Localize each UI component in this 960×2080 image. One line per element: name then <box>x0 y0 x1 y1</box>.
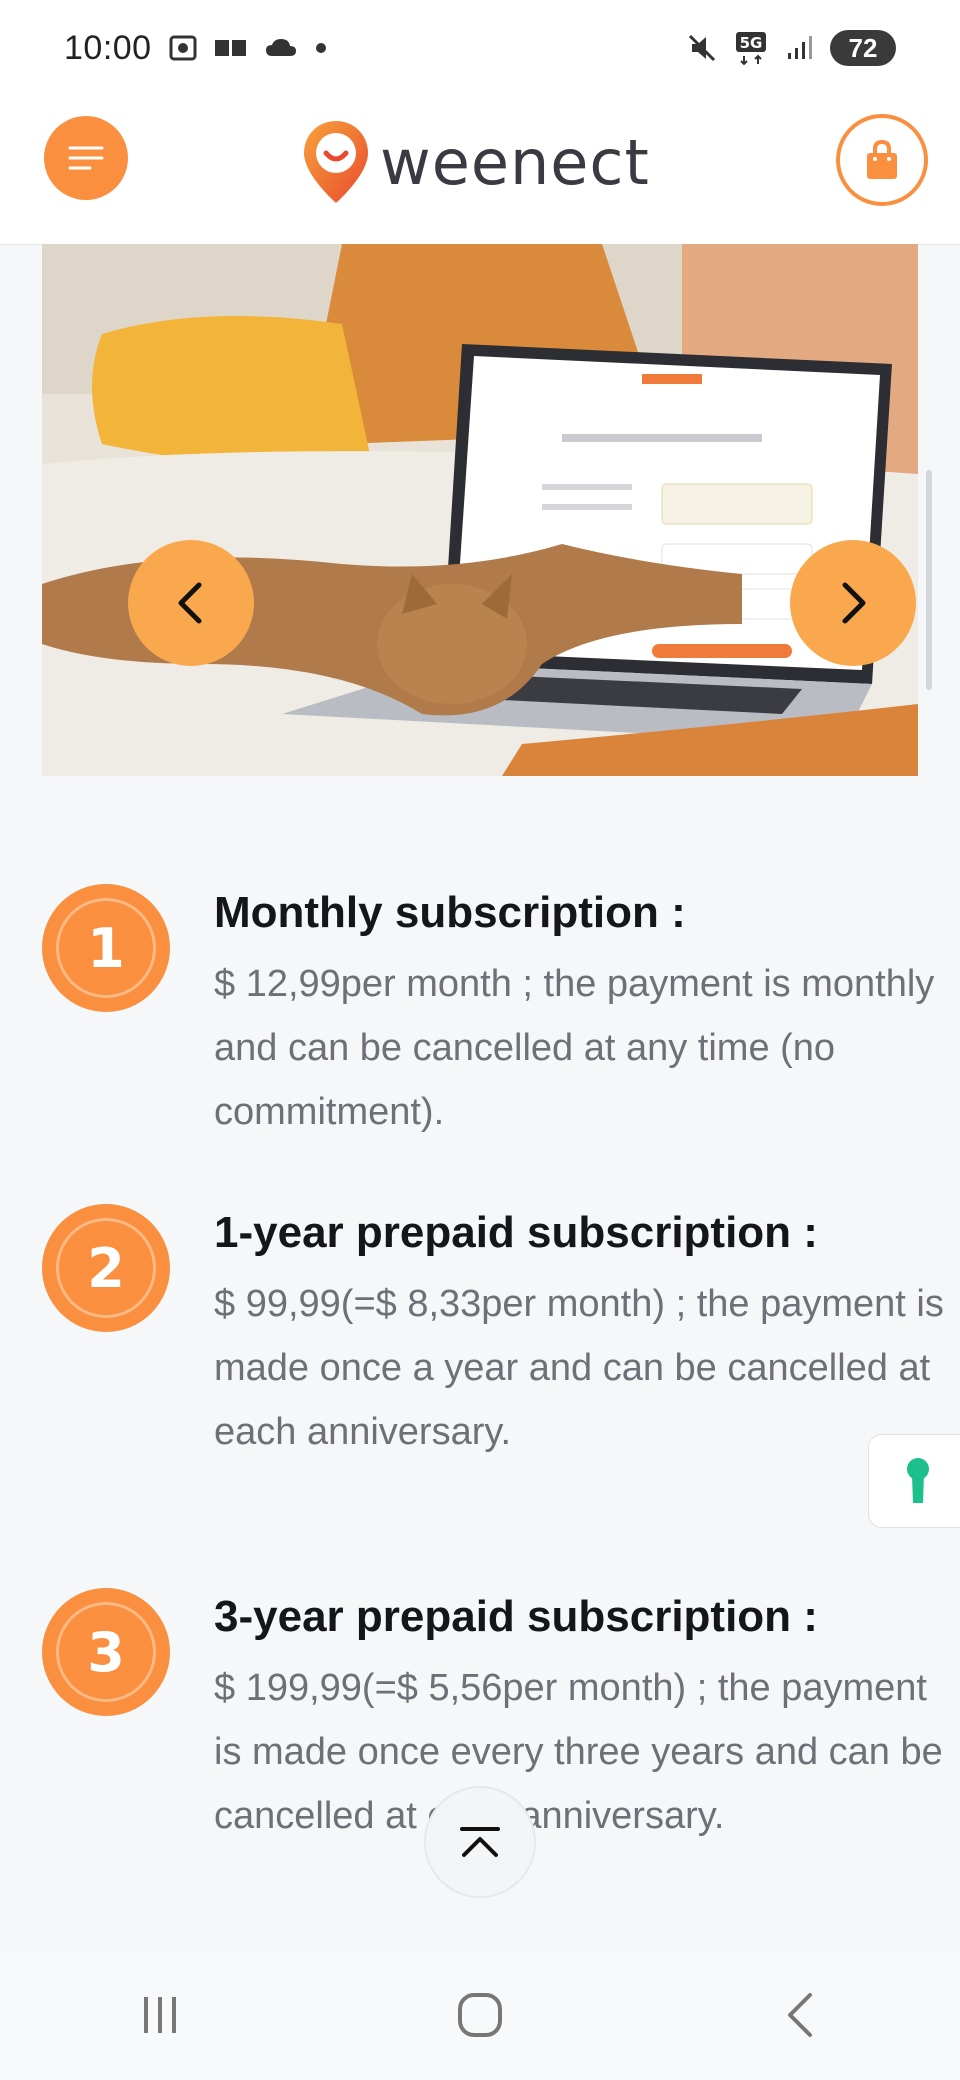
status-bar: 10:00 5G 72 <box>0 0 960 96</box>
plan-number-badge: 2 <box>42 1204 170 1332</box>
system-nav-bar <box>0 1950 960 2080</box>
status-left: 10:00 <box>64 29 328 68</box>
scroll-to-top-icon <box>460 1827 500 1857</box>
image-carousel[interactable] <box>42 244 918 776</box>
sim-icon <box>214 36 248 60</box>
plan-description: $ 12,99per month ; the payment is monthl… <box>214 963 935 1133</box>
recent-apps-icon <box>144 1997 176 2033</box>
plan-number: 2 <box>56 1218 156 1318</box>
keyhole-icon <box>907 1458 929 1503</box>
battery-icon: 72 <box>830 30 896 66</box>
5g-icon: 5G <box>734 30 768 66</box>
logo[interactable]: weenect <box>300 114 650 210</box>
recent-apps-button[interactable] <box>100 1970 220 2060</box>
home-button[interactable] <box>420 1970 540 2060</box>
plan-title: 3-year prepaid subscription : <box>214 1592 818 1641</box>
chevron-left-icon <box>178 582 202 624</box>
plan-title: Monthly subscription : <box>214 888 686 937</box>
carousel-photo <box>42 244 918 776</box>
shopping-bag-icon <box>867 139 897 179</box>
carousel-next-button[interactable] <box>790 540 916 666</box>
side-widget-tab[interactable] <box>868 1434 960 1528</box>
chevron-right-icon <box>842 582 866 624</box>
dot-icon <box>314 41 328 55</box>
logo-pin-icon <box>304 121 368 203</box>
network-label: 5G <box>740 34 763 52</box>
logo-text: weenect <box>380 125 650 199</box>
status-time: 10:00 <box>64 28 152 67</box>
plan-description: $ 199,99(=$ 5,56per month) ; the payment… <box>214 1667 943 1837</box>
site-header: weenect <box>0 96 960 245</box>
page-scrollbar[interactable] <box>926 470 932 690</box>
back-icon <box>788 1993 812 2037</box>
plan-description: $ 99,99(=$ 8,33per month) ; the payment … <box>214 1283 944 1453</box>
home-icon <box>458 1993 502 2037</box>
mute-icon <box>686 32 718 64</box>
battery-level: 72 <box>848 32 878 63</box>
plan-number-badge: 3 <box>42 1588 170 1716</box>
plan-number: 3 <box>56 1602 156 1702</box>
carousel-prev-button[interactable] <box>128 540 254 666</box>
plan-number: 1 <box>56 898 156 998</box>
hamburger-icon <box>68 146 104 170</box>
status-right: 5G 72 <box>686 30 896 66</box>
plan-title: 1-year prepaid subscription : <box>214 1208 818 1257</box>
signal-icon <box>784 33 814 63</box>
cart-button[interactable] <box>836 114 928 206</box>
scroll-to-top-button[interactable] <box>424 1786 536 1898</box>
plan-number-badge: 1 <box>42 884 170 1012</box>
menu-button[interactable] <box>44 116 128 200</box>
screenshot-icon <box>168 33 198 63</box>
back-button[interactable] <box>740 1970 860 2060</box>
cloud-icon <box>264 36 298 60</box>
